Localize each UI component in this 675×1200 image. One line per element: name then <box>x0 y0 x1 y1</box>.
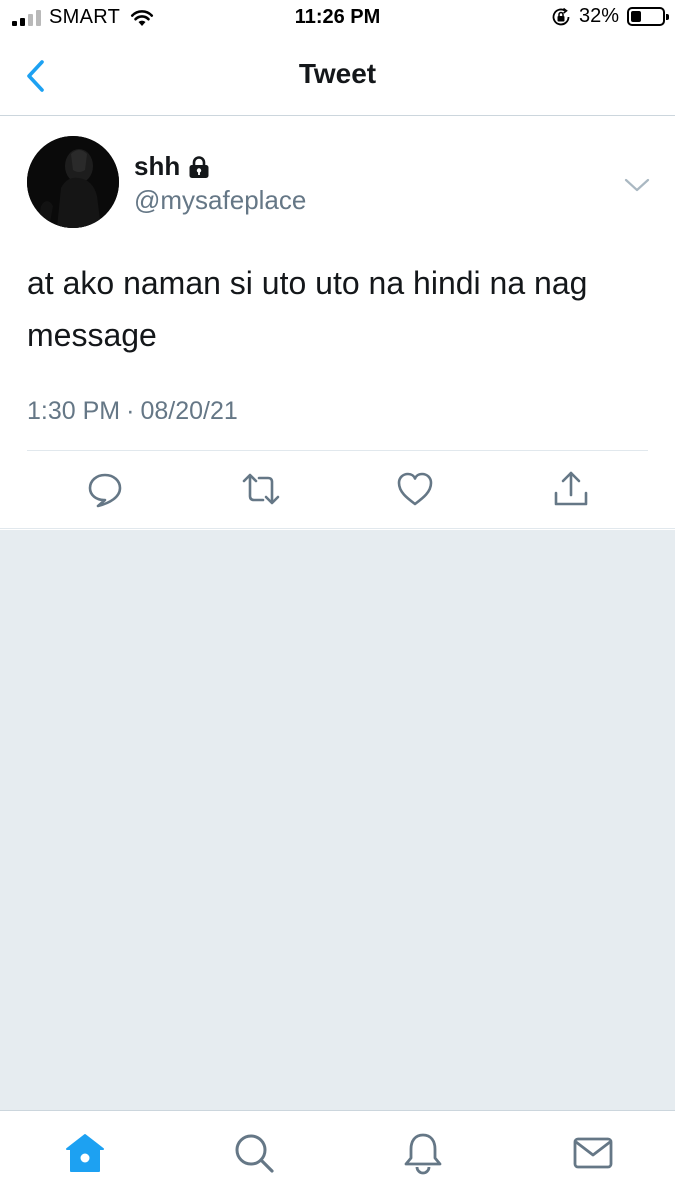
page-title: Tweet <box>298 58 377 89</box>
tweet-detail: shh @mysafeplace at ako naman si uto uto… <box>0 117 675 529</box>
tab-bar <box>0 1110 675 1200</box>
chevron-down-icon[interactable] <box>622 173 652 197</box>
divider <box>27 450 648 451</box>
tweet-time: 1:30 PM <box>27 397 121 425</box>
tweet-text: at ako naman si uto uto na hindi na nag … <box>27 265 588 353</box>
tweet-timestamp: 1:30 PM · 08/20/21 <box>27 397 238 426</box>
like-icon[interactable] <box>395 469 435 509</box>
home-icon[interactable] <box>63 1131 107 1175</box>
messages-icon[interactable] <box>571 1131 615 1175</box>
status-right: 32% <box>551 5 669 28</box>
lock-icon <box>189 155 209 178</box>
orientation-lock-icon <box>552 7 570 25</box>
timestamp-separator: · <box>126 397 135 425</box>
search-icon[interactable] <box>232 1131 276 1175</box>
reply-icon[interactable] <box>85 469 125 509</box>
avatar[interactable] <box>27 136 119 228</box>
retweet-icon[interactable] <box>241 469 281 509</box>
user-handle[interactable]: @mysafeplace <box>134 185 306 216</box>
battery-percentage: 32% <box>578 5 619 27</box>
display-name-row: shh <box>134 151 210 182</box>
status-bar: SMART 11:26 PM 32% <box>0 0 675 38</box>
share-icon[interactable] <box>551 469 591 509</box>
notifications-icon[interactable] <box>401 1131 445 1175</box>
empty-replies-area <box>0 530 675 1110</box>
battery-icon <box>627 7 669 26</box>
avatar-image <box>27 136 119 228</box>
tweet-actions <box>0 469 675 513</box>
display-name[interactable]: shh <box>134 151 180 182</box>
tweet-date: 08/20/21 <box>140 397 238 425</box>
navigation-bar: Tweet <box>0 38 675 116</box>
